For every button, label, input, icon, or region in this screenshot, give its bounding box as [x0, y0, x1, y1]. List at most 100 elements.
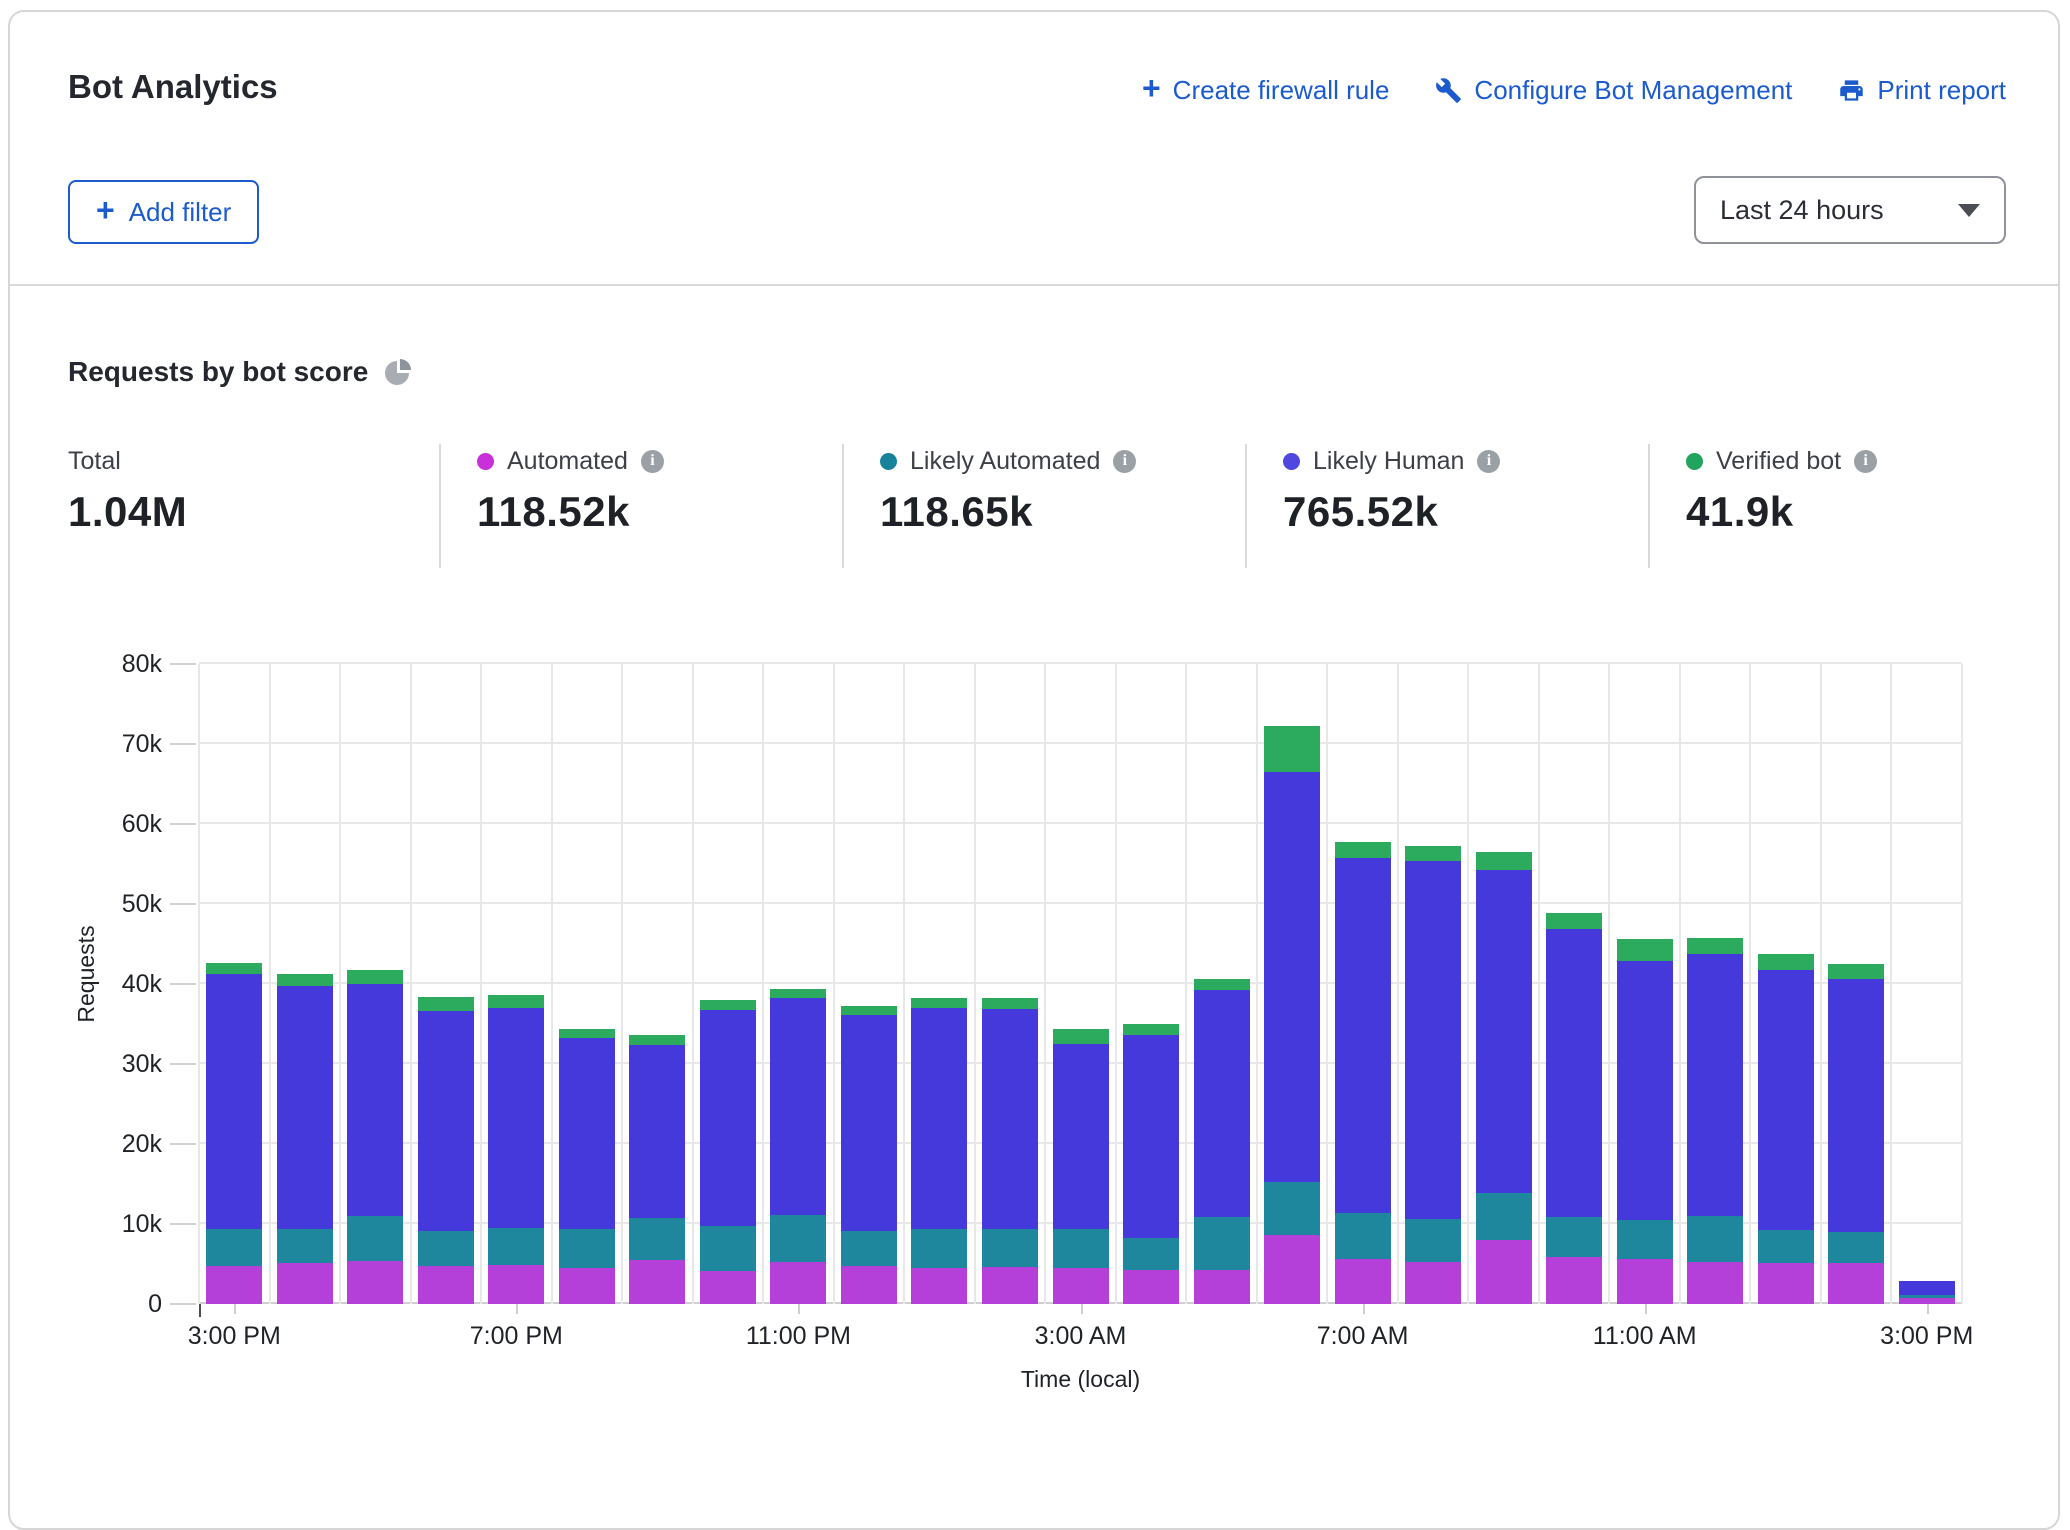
bar-segment-likely-human[interactable] — [700, 1010, 756, 1225]
bar-segment-likely-human[interactable] — [1476, 870, 1532, 1193]
bar-segment-verified-bot[interactable] — [911, 998, 967, 1008]
bar-segment-verified-bot[interactable] — [1123, 1024, 1179, 1035]
bar-segment-automated[interactable] — [347, 1261, 403, 1304]
bar-segment-likely-automated[interactable] — [1405, 1219, 1461, 1261]
bar-segment-likely-human[interactable] — [488, 1008, 544, 1228]
info-icon[interactable] — [641, 450, 664, 473]
bar-segment-likely-human[interactable] — [1828, 979, 1884, 1232]
bar-segment-verified-bot[interactable] — [1405, 846, 1461, 861]
bar-segment-likely-automated[interactable] — [418, 1231, 474, 1266]
bar-segment-likely-human[interactable] — [1758, 970, 1814, 1229]
bar-segment-automated[interactable] — [770, 1262, 826, 1304]
bar-segment-likely-automated[interactable] — [841, 1231, 897, 1266]
bar-segment-verified-bot[interactable] — [1335, 842, 1391, 859]
bar-segment-likely-automated[interactable] — [911, 1229, 967, 1268]
bar-segment-likely-human[interactable] — [1264, 772, 1320, 1182]
info-icon[interactable] — [1854, 450, 1877, 473]
bar-segment-likely-automated[interactable] — [1758, 1230, 1814, 1264]
bar-segment-likely-human[interactable] — [1617, 961, 1673, 1220]
bar-segment-automated[interactable] — [841, 1266, 897, 1304]
bar-segment-automated[interactable] — [700, 1271, 756, 1304]
bar-segment-automated[interactable] — [1194, 1270, 1250, 1304]
bar-segment-likely-automated[interactable] — [770, 1215, 826, 1261]
bar-segment-likely-human[interactable] — [559, 1038, 615, 1228]
bar-segment-verified-bot[interactable] — [1194, 979, 1250, 989]
bar-segment-verified-bot[interactable] — [1617, 939, 1673, 961]
bar-segment-likely-automated[interactable] — [1546, 1217, 1602, 1257]
bar-segment-verified-bot[interactable] — [347, 970, 403, 984]
bar-segment-verified-bot[interactable] — [770, 989, 826, 999]
add-filter-button[interactable]: + Add filter — [68, 180, 259, 244]
bar-segment-likely-automated[interactable] — [277, 1229, 333, 1263]
bar-segment-likely-automated[interactable] — [1123, 1238, 1179, 1270]
bar-segment-verified-bot[interactable] — [559, 1029, 615, 1039]
bar-segment-likely-automated[interactable] — [559, 1229, 615, 1268]
info-icon[interactable] — [1477, 450, 1500, 473]
bar-segment-automated[interactable] — [559, 1268, 615, 1304]
bar-segment-verified-bot[interactable] — [1758, 954, 1814, 971]
bar-segment-likely-automated[interactable] — [1264, 1182, 1320, 1236]
bar-segment-automated[interactable] — [1617, 1259, 1673, 1304]
bar-segment-likely-automated[interactable] — [700, 1226, 756, 1272]
info-icon[interactable] — [1113, 450, 1136, 473]
bar-segment-automated[interactable] — [1123, 1270, 1179, 1304]
bar-segment-likely-human[interactable] — [1687, 954, 1743, 1216]
bar-segment-automated[interactable] — [911, 1268, 967, 1304]
bar-segment-likely-human[interactable] — [1405, 861, 1461, 1219]
bar-segment-verified-bot[interactable] — [277, 974, 333, 986]
bar-segment-likely-automated[interactable] — [1053, 1229, 1109, 1268]
bar-segment-likely-automated[interactable] — [1899, 1295, 1955, 1298]
bar-segment-automated[interactable] — [418, 1266, 474, 1304]
bar-segment-likely-automated[interactable] — [488, 1228, 544, 1265]
bar-segment-automated[interactable] — [1264, 1235, 1320, 1304]
bar-segment-likely-automated[interactable] — [206, 1229, 262, 1266]
bar-segment-automated[interactable] — [1053, 1268, 1109, 1304]
bar-segment-verified-bot[interactable] — [1264, 726, 1320, 772]
bar-segment-verified-bot[interactable] — [1476, 852, 1532, 870]
bar-segment-likely-automated[interactable] — [1335, 1213, 1391, 1259]
bar-segment-automated[interactable] — [982, 1267, 1038, 1304]
bar-segment-likely-human[interactable] — [1335, 858, 1391, 1212]
bar-segment-automated[interactable] — [1405, 1262, 1461, 1304]
bar-segment-likely-human[interactable] — [982, 1009, 1038, 1229]
bar-segment-likely-human[interactable] — [1053, 1044, 1109, 1229]
bar-segment-likely-automated[interactable] — [1828, 1232, 1884, 1263]
bar-segment-verified-bot[interactable] — [1546, 913, 1602, 929]
bar-segment-likely-human[interactable] — [841, 1015, 897, 1231]
bar-segment-verified-bot[interactable] — [700, 1000, 756, 1010]
bar-segment-likely-automated[interactable] — [347, 1216, 403, 1261]
bar-segment-likely-automated[interactable] — [1194, 1217, 1250, 1270]
create-firewall-rule-link[interactable]: + Create firewall rule — [1142, 74, 1389, 106]
bar-segment-likely-human[interactable] — [347, 984, 403, 1216]
bar-segment-likely-human[interactable] — [911, 1008, 967, 1229]
bar-segment-automated[interactable] — [1335, 1259, 1391, 1304]
bar-segment-likely-human[interactable] — [1899, 1281, 1955, 1295]
bar-segment-verified-bot[interactable] — [841, 1006, 897, 1016]
bar-segment-verified-bot[interactable] — [418, 997, 474, 1011]
bar-segment-likely-human[interactable] — [1194, 990, 1250, 1217]
time-range-select[interactable]: Last 24 hours — [1694, 176, 2006, 244]
bar-segment-automated[interactable] — [1687, 1262, 1743, 1304]
bar-segment-automated[interactable] — [488, 1265, 544, 1304]
bar-segment-automated[interactable] — [1476, 1240, 1532, 1304]
bar-segment-likely-automated[interactable] — [1617, 1220, 1673, 1259]
bar-segment-likely-human[interactable] — [206, 974, 262, 1229]
bar-segment-automated[interactable] — [206, 1266, 262, 1304]
bar-segment-likely-automated[interactable] — [1476, 1193, 1532, 1240]
bar-segment-likely-human[interactable] — [418, 1011, 474, 1231]
bar-segment-automated[interactable] — [1546, 1257, 1602, 1304]
bar-segment-verified-bot[interactable] — [488, 995, 544, 1008]
bar-segment-automated[interactable] — [1828, 1263, 1884, 1304]
bar-segment-automated[interactable] — [629, 1260, 685, 1304]
bar-segment-verified-bot[interactable] — [629, 1035, 685, 1045]
print-report-link[interactable]: Print report — [1838, 75, 2006, 106]
bar-segment-verified-bot[interactable] — [1687, 938, 1743, 953]
bar-segment-likely-human[interactable] — [1546, 929, 1602, 1217]
bar-segment-likely-automated[interactable] — [982, 1229, 1038, 1267]
bar-segment-verified-bot[interactable] — [206, 963, 262, 973]
bar-segment-likely-human[interactable] — [629, 1045, 685, 1218]
bar-segment-likely-automated[interactable] — [1687, 1216, 1743, 1262]
bar-segment-likely-human[interactable] — [770, 998, 826, 1215]
bar-segment-likely-automated[interactable] — [629, 1218, 685, 1260]
bar-segment-automated[interactable] — [1758, 1263, 1814, 1304]
